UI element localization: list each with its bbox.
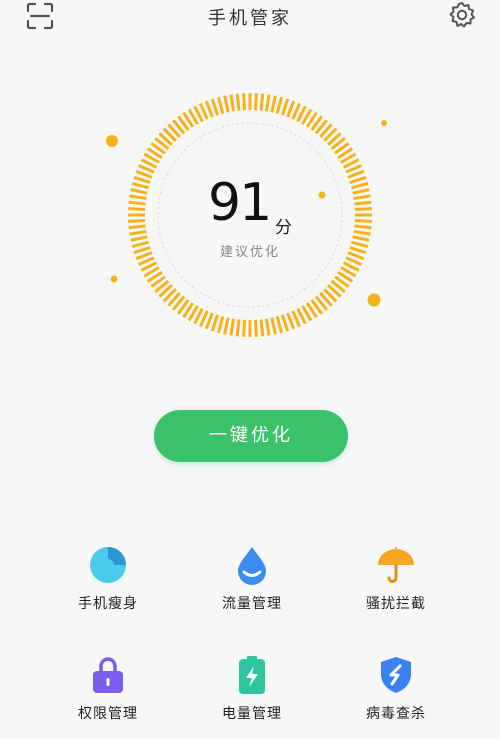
ring-tick [129,194,147,201]
tool-battery-management[interactable]: 电量管理 [192,655,312,731]
umbrella-icon [376,545,416,585]
ring-tick [130,188,148,195]
ring-tick [286,100,296,118]
ring-tick [351,181,369,190]
ring-accent-dot [110,275,118,283]
ring-tick [204,100,214,118]
tool-label: 骚扰拦截 [366,596,426,612]
ring-tick [353,194,371,201]
ring-tick [353,229,371,236]
score-panel: 91 分 建议优化 [100,90,400,340]
ring-tick [229,94,236,112]
ring-tick [264,94,271,112]
ring-tick [210,98,219,116]
ring-tick [275,316,284,334]
ring-tick [235,93,241,111]
tool-virus-scan[interactable]: 病毒查杀 [336,655,456,731]
score-unit: 分 [275,218,292,238]
ring-tick [270,95,277,113]
score-value: 91 [208,173,272,233]
page-title: 手机管家 [208,8,292,29]
ring-tick [135,169,153,179]
ring-tick [349,175,367,184]
ring-accent-dot [106,135,118,147]
pie-chart-icon [88,545,128,585]
ring-tick [242,319,247,337]
shield-icon [376,655,416,695]
ring-tick [223,95,230,113]
ring-tick [354,207,372,212]
ring-tick [352,235,370,242]
ring-accent-dot [381,120,387,126]
ring-tick [223,317,230,335]
optimize-button[interactable]: 一键优化 [154,410,348,462]
ring-tick [253,319,258,337]
ring-tick [131,181,149,190]
score-hint: 建议优化 [219,245,280,260]
tool-harassment-block[interactable]: 骚扰拦截 [336,545,456,621]
ring-tick [204,312,214,330]
ring-tick [354,224,372,230]
battery-icon [232,655,272,695]
ring-tick [354,218,372,223]
ring-tick [133,175,151,184]
ring-tick [354,200,372,206]
ring-tick [275,96,284,114]
top-bar: 手机管家 [0,0,500,34]
tool-phone-cleanup[interactable]: 手机瘦身 [48,545,168,621]
ring-tick [352,188,370,195]
ring-tick [128,200,146,206]
tool-permission-management[interactable]: 权限管理 [48,655,168,731]
ring-tick [286,312,296,330]
droplet-icon [232,545,272,585]
ring-tick [253,93,258,111]
ring-tick [281,98,290,116]
ring-tick [259,93,265,111]
ring-tick [128,224,146,230]
tool-label: 病毒查杀 [366,706,426,722]
ring-tick [216,316,225,334]
ring-tick [259,319,265,337]
ring-tick [264,318,271,336]
tool-label: 流量管理 [222,596,282,612]
tool-label: 权限管理 [78,706,138,722]
tool-label: 电量管理 [222,706,282,722]
ring-tick [216,96,225,114]
ring-tick [129,229,147,236]
ring-accent-dot [367,293,381,307]
ring-tick [281,314,290,332]
lock-icon [88,655,128,695]
ring-accent-dot [318,191,326,199]
ring-tick [210,314,219,332]
tool-label: 手机瘦身 [78,596,138,612]
ring-tick [130,235,148,242]
ring-tick [347,169,365,179]
gear-icon [449,2,475,28]
ring-tick [128,207,146,212]
ring-tick [229,318,236,336]
tool-data-management[interactable]: 流量管理 [192,545,312,621]
settings-button[interactable] [448,1,476,29]
ring-tick [270,317,277,335]
ring-tick [235,319,241,337]
ring-tick [242,93,247,111]
ring-tick [128,218,146,223]
